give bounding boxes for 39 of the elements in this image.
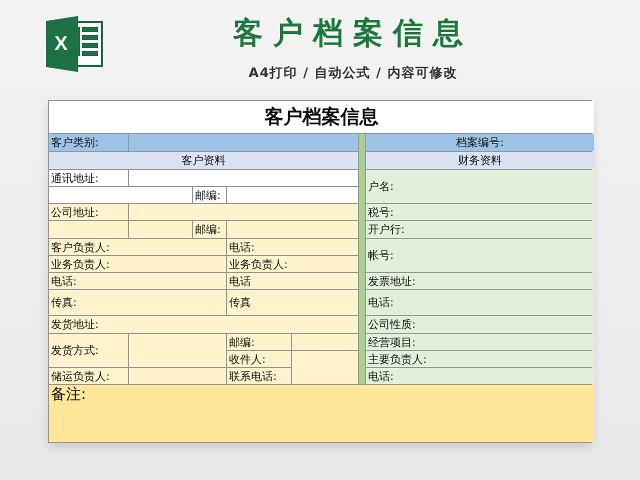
blank-cell	[292, 351, 358, 384]
table-cell: 传真:	[49, 290, 226, 315]
table-cell: 储运负责人:	[49, 368, 128, 384]
table-cell: 业务负责人:	[227, 256, 358, 272]
table-cell: 电话:	[366, 368, 594, 384]
table-cell: 发货地址:	[49, 316, 358, 333]
table-cell: 电话:	[366, 290, 594, 315]
table-cell: 客户负责人:	[49, 239, 226, 255]
blank-cell	[129, 221, 192, 238]
table-cell: 经营项目:	[366, 334, 594, 350]
table-cell: 户名:	[366, 170, 594, 203]
table-cell: 档案编号:	[366, 134, 594, 151]
table-cell: 通讯地址:	[49, 170, 128, 186]
section-header: 客户资料	[49, 152, 358, 169]
table-cell: 收件人:	[227, 351, 291, 367]
table-cell: 邮编:	[193, 187, 226, 203]
remarks-cell: 备注:	[49, 385, 594, 442]
table-cell: 业务负责人:	[49, 256, 226, 272]
table-cell: 邮编:	[193, 221, 226, 238]
table-cell: 公司地址:	[49, 204, 128, 220]
table-cell: 电话:	[49, 273, 226, 289]
table-cell: 发货方式:	[49, 334, 128, 367]
table-cell: 税号:	[366, 204, 594, 220]
sheet-title: 客户档案信息	[49, 101, 594, 133]
page-subtitle: A4打印 / 自动公式 / 内容可修改	[248, 64, 458, 82]
table-cell: 邮编:	[227, 334, 291, 350]
section-header: 财务资料	[366, 152, 594, 169]
table-cell: 传真	[227, 290, 358, 315]
table-cell: 公司性质:	[366, 316, 594, 333]
table-cell: 电话:	[227, 239, 358, 255]
page-heading: 客户档案信息	[233, 16, 473, 52]
table-cell: 主要负责人:	[366, 351, 594, 367]
table-cell: 开户行:	[366, 221, 594, 238]
table-cell: 电话	[227, 273, 358, 289]
table-cell: 帐号:	[366, 239, 594, 272]
table-cell: 联系电话:	[227, 368, 291, 384]
table-cell: 发票地址:	[366, 273, 594, 289]
blank-cell	[292, 334, 358, 350]
table-cell: 客户类别:	[49, 134, 128, 151]
